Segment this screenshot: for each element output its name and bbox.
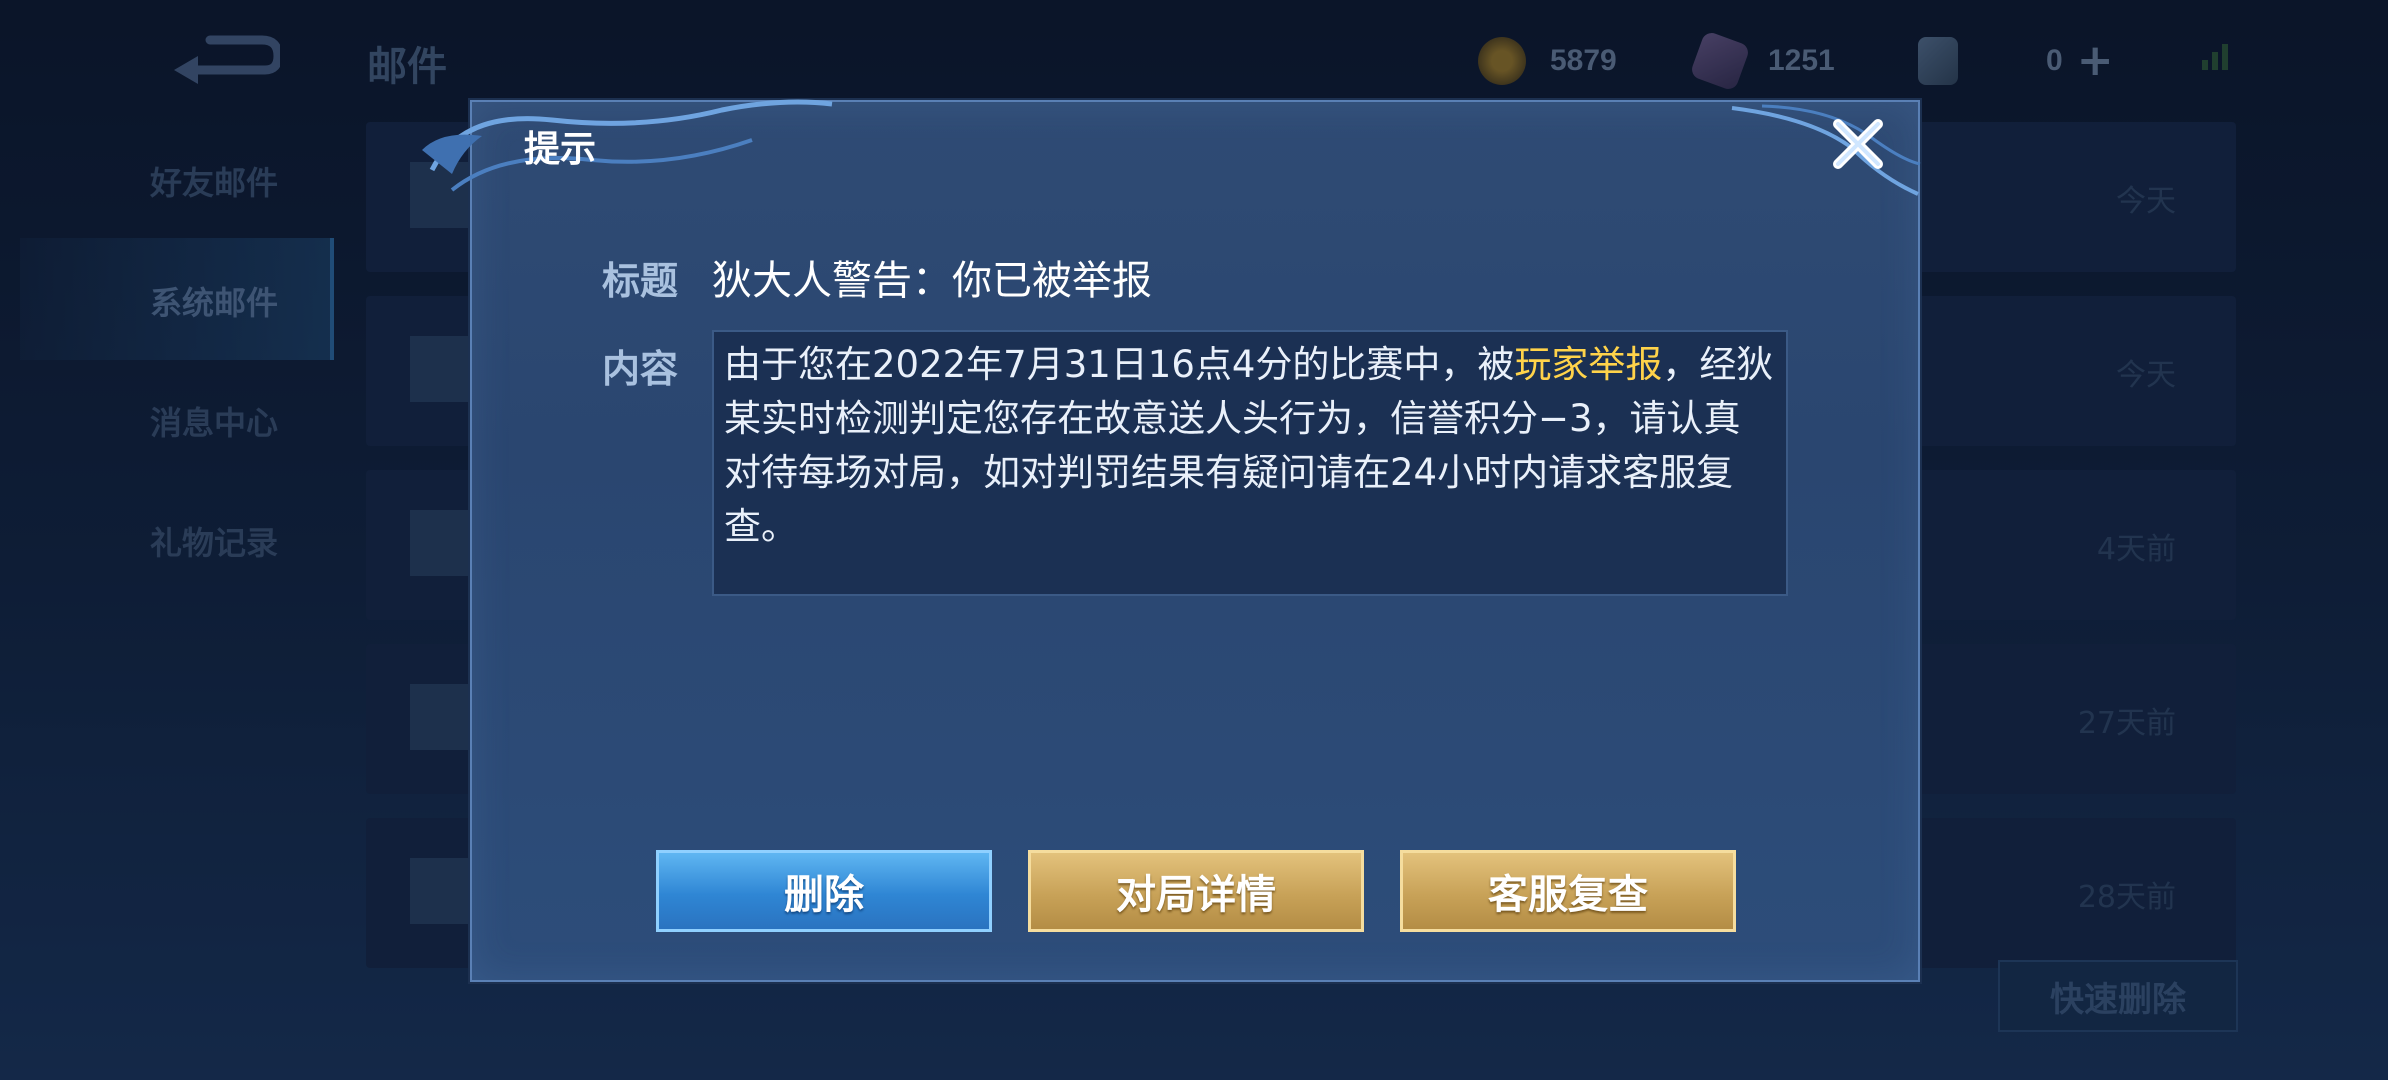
decorative-cloud-ornament xyxy=(422,99,833,192)
customer-review-button[interactable]: 客服复查 xyxy=(1400,850,1736,932)
match-details-button[interactable]: 对局详情 xyxy=(1028,850,1364,932)
content-label: 内容 xyxy=(602,347,679,391)
mail-content-box: 由于您在2022年7月31日16点4分的比赛中，被玩家举报，经狄某实时检测判定您… xyxy=(712,330,1788,596)
mail-content: 由于您在2022年7月31日16点4分的比赛中，被玩家举报，经狄某实时检测判定您… xyxy=(724,338,1776,554)
content-text-before: 由于您在2022年7月31日16点4分的比赛中，被 xyxy=(724,343,1515,386)
subject-label: 标题 xyxy=(602,259,679,303)
notice-dialog: 提示 标题 狄大人警告：你已被举报 内容 由于您在2022年7月31日16点4分… xyxy=(422,99,1921,982)
player-report-highlight: 玩家举报 xyxy=(1514,343,1663,386)
close-icon[interactable] xyxy=(1828,114,1888,174)
mail-subject: 狄大人警告：你已被举报 xyxy=(712,258,1152,304)
delete-button[interactable]: 删除 xyxy=(656,850,992,932)
dialog-title: 提示 xyxy=(524,129,597,170)
decorative-cloud-ornament xyxy=(1731,104,1921,196)
